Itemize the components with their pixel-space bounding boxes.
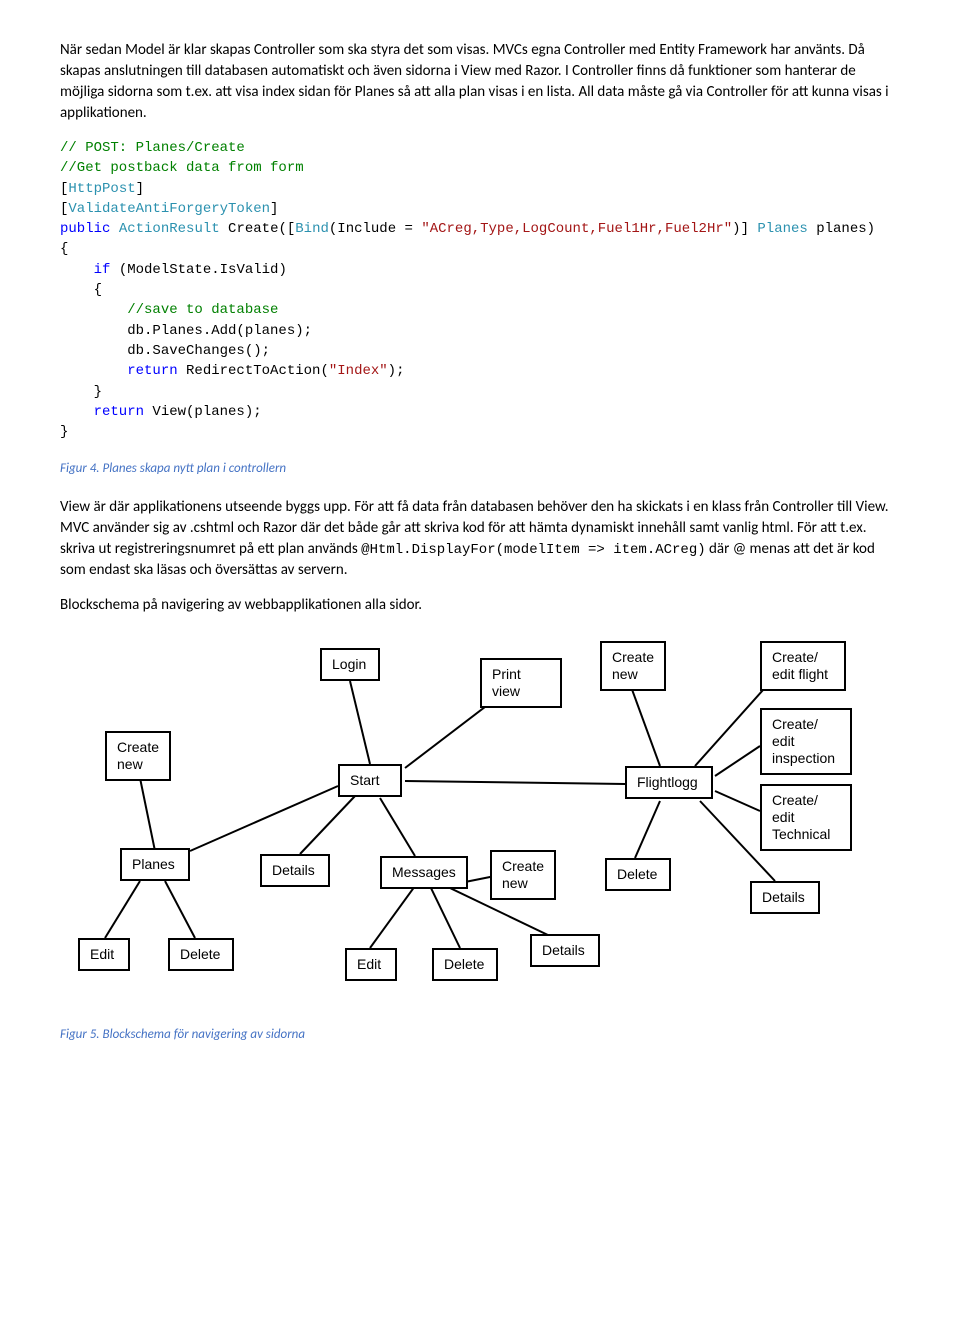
node-login: Login <box>320 648 380 681</box>
node-edit-bottom-mid: Edit <box>345 948 397 981</box>
node-create-edit-inspection: Create/ edit inspection <box>760 708 852 774</box>
code-block-create-action: // POST: Planes/Create //Get postback da… <box>60 138 900 442</box>
node-create-new-left: Create new <box>105 731 171 781</box>
code-comment: //Get postback data from form <box>60 160 304 176</box>
node-delete-bottom-mid: Delete <box>432 948 498 981</box>
code-text: View(planes); <box>144 404 262 420</box>
code-text: Create([ <box>220 221 296 237</box>
code-text: (ModelState.IsValid) <box>110 262 286 278</box>
inline-code: @Html.DisplayFor(modelItem => item.ACreg… <box>361 542 705 558</box>
code-keyword: public <box>60 221 110 237</box>
node-create-edit-technical: Create/ edit Technical <box>760 784 852 850</box>
node-create-new-top: Create new <box>600 641 666 691</box>
code-type: ActionResult <box>119 221 220 237</box>
code-keyword: return <box>60 404 144 420</box>
code-text: } <box>60 424 68 440</box>
code-type: Planes <box>757 221 807 237</box>
code-type: HttpPost <box>68 181 135 197</box>
code-text: ); <box>388 363 405 379</box>
code-text: planes) <box>808 221 875 237</box>
node-details-mid: Details <box>260 854 330 887</box>
code-string: "Index" <box>329 363 388 379</box>
code-keyword: if <box>60 262 110 278</box>
code-type: ValidateAntiForgeryToken <box>68 201 270 217</box>
code-text: )] <box>732 221 757 237</box>
figure-5-caption: Figur 5. Blockschema för navigering av s… <box>60 1026 900 1044</box>
code-text: ] <box>270 201 278 217</box>
code-text: db.SaveChanges(); <box>60 343 270 359</box>
node-print-view: Print view <box>480 658 562 708</box>
code-text <box>110 221 118 237</box>
node-details-right: Details <box>750 881 820 914</box>
node-delete-bottom-left: Delete <box>168 938 234 971</box>
code-keyword: return <box>60 363 178 379</box>
code-text: { <box>60 282 102 298</box>
node-messages: Messages <box>380 856 468 889</box>
code-text: (Include = <box>329 221 421 237</box>
navigation-block-diagram: Login Print view Create new Create/ edit… <box>60 636 880 1016</box>
code-text: { <box>60 241 68 257</box>
paragraph-3: Blockschema på navigering av webbapplika… <box>60 595 900 616</box>
code-type: Bind <box>295 221 329 237</box>
code-text: ] <box>136 181 144 197</box>
node-create-edit-flight: Create/ edit flight <box>760 641 846 691</box>
node-start: Start <box>338 764 402 797</box>
code-string: "ACreg,Type,LogCount,Fuel1Hr,Fuel2Hr" <box>421 221 732 237</box>
code-comment: //save to database <box>60 302 278 318</box>
node-create-new-mid: Create new <box>490 850 556 900</box>
node-delete-mid: Delete <box>605 858 671 891</box>
code-comment: // POST: Planes/Create <box>60 140 245 156</box>
code-text: RedirectToAction( <box>178 363 329 379</box>
node-planes: Planes <box>120 848 190 881</box>
node-edit-bottom-left: Edit <box>78 938 130 971</box>
node-flightlogg: Flightlogg <box>625 766 713 799</box>
paragraph-1: När sedan Model är klar skapas Controlle… <box>60 40 900 124</box>
code-text: } <box>60 384 102 400</box>
code-text: db.Planes.Add(planes); <box>60 323 312 339</box>
paragraph-2: View är där applikationens utseende bygg… <box>60 497 900 582</box>
figure-4-caption: Figur 4. Planes skapa nytt plan i contro… <box>60 460 900 478</box>
node-details-bottom-mid: Details <box>530 934 600 967</box>
